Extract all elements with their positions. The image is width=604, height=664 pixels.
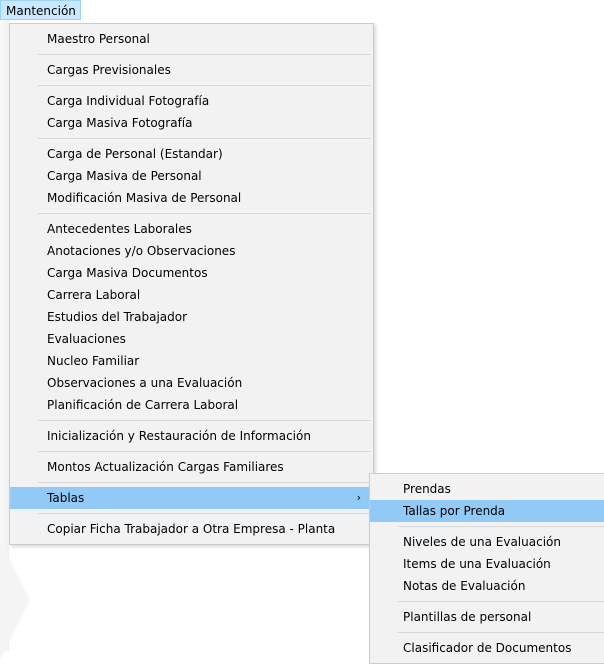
menu-item-label: Observaciones a una Evaluación	[47, 376, 243, 390]
menu-item-label: Clasificador de Documentos	[403, 641, 572, 655]
menu-item-label: Copiar Ficha Trabajador a Otra Empresa -…	[47, 522, 336, 536]
menu-item-label: Cargas Previsionales	[47, 63, 171, 77]
menu-item-carga-individual-fotografia[interactable]: Carga Individual Fotografía	[10, 90, 373, 112]
menu-item-label: Nucleo Familiar	[47, 354, 140, 368]
menu-item-montos-actualizacion-cargas-familiares[interactable]: Montos Actualización Cargas Familiares	[10, 456, 373, 478]
menu-item-label: Estudios del Trabajador	[47, 310, 188, 324]
menu-item-cargas-previsionales[interactable]: Cargas Previsionales	[10, 59, 373, 81]
menu-item-label: Maestro Personal	[47, 32, 150, 46]
menu-item-tallas-por-prenda[interactable]: Tallas por Prenda	[370, 500, 604, 522]
menu-item-label: Carga de Personal (Estandar)	[47, 147, 223, 161]
menu-item-evaluaciones[interactable]: Evaluaciones	[10, 328, 373, 350]
menu-item-estudios-del-trabajador[interactable]: Estudios del Trabajador	[10, 306, 373, 328]
menu-item-observaciones-a-una-evaluacion[interactable]: Observaciones a una Evaluación	[10, 372, 373, 394]
menu-item-clasificador-de-documentos[interactable]: Clasificador de Documentos	[370, 637, 604, 659]
menu-item-label: Antecedentes Laborales	[47, 222, 192, 236]
menu-item-planificacion-de-carrera-laboral[interactable]: Planificación de Carrera Laboral	[10, 394, 373, 416]
menu-item-carga-masiva-documentos[interactable]: Carga Masiva Documentos	[10, 262, 373, 284]
menu-item-label: Items de una Evaluación	[403, 557, 551, 571]
menu-item-carga-masiva-de-personal[interactable]: Carga Masiva de Personal	[10, 165, 373, 187]
menu-separator	[38, 451, 371, 452]
menu-item-label: Niveles de una Evaluación	[403, 535, 561, 549]
menu-item-label: Carrera Laboral	[47, 288, 141, 302]
menu-item-tablas[interactable]: Tablas ›	[10, 487, 373, 509]
menu-item-inicializacion-y-restauracion-de-informacion[interactable]: Inicialización y Restauración de Informa…	[10, 425, 373, 447]
menu-item-plantillas-de-personal[interactable]: Plantillas de personal	[370, 606, 604, 628]
menu-bar: Mantención	[0, 0, 604, 20]
menu-separator	[398, 601, 604, 602]
menu-item-items-de-una-evaluacion[interactable]: Items de una Evaluación	[370, 553, 604, 575]
menu-separator	[38, 420, 371, 421]
menu-item-label: Carga Masiva de Personal	[47, 169, 202, 183]
menu-item-notas-de-evaluacion[interactable]: Notas de Evaluación	[370, 575, 604, 597]
menu-separator	[38, 213, 371, 214]
menu-separator	[38, 138, 371, 139]
menu-item-maestro-personal[interactable]: Maestro Personal	[10, 28, 373, 50]
menu-separator	[38, 54, 371, 55]
menu-padding	[370, 659, 604, 663]
menu-item-label: Anotaciones y/o Observaciones	[47, 244, 236, 258]
background-decoration	[0, 540, 30, 660]
menu-item-niveles-de-una-evaluacion[interactable]: Niveles de una Evaluación	[370, 531, 604, 553]
menu-separator	[398, 526, 604, 527]
menu-separator	[38, 513, 371, 514]
menu-item-label: Prendas	[403, 482, 451, 496]
menubar-item-mantencion[interactable]: Mantención	[0, 0, 81, 20]
menu-item-carga-masiva-fotografia[interactable]: Carga Masiva Fotografía	[10, 112, 373, 134]
menu-item-anotaciones-y-o-observaciones[interactable]: Anotaciones y/o Observaciones	[10, 240, 373, 262]
menu-item-modificacion-masiva-de-personal[interactable]: Modificación Masiva de Personal	[10, 187, 373, 209]
menu-item-copiar-ficha-trabajador-a-otra-empresa-planta[interactable]: Copiar Ficha Trabajador a Otra Empresa -…	[10, 518, 373, 540]
menu-item-nucleo-familiar[interactable]: Nucleo Familiar	[10, 350, 373, 372]
tablas-submenu: Prendas Tallas por Prenda Niveles de una E…	[369, 473, 604, 664]
menu-item-label: Notas de Evaluación	[403, 579, 526, 593]
menu-separator	[38, 85, 371, 86]
menu-item-prendas[interactable]: Prendas	[370, 478, 604, 500]
menu-item-antecedentes-laborales[interactable]: Antecedentes Laborales	[10, 218, 373, 240]
menu-item-label: Evaluaciones	[47, 332, 126, 346]
menu-item-label: Carga Masiva Fotografía	[47, 116, 193, 130]
menu-item-label: Modificación Masiva de Personal	[47, 191, 242, 205]
menu-separator	[398, 632, 604, 633]
menu-item-carga-de-personal-estandar[interactable]: Carga de Personal (Estandar)	[10, 143, 373, 165]
menu-padding	[10, 540, 373, 544]
menu-item-label: Carga Masiva Documentos	[47, 266, 208, 280]
menu-item-label: Tablas	[47, 491, 85, 505]
menu-item-label: Plantillas de personal	[403, 610, 532, 624]
menu-item-label: Carga Individual Fotografía	[47, 94, 210, 108]
menu-item-label: Planificación de Carrera Laboral	[47, 398, 239, 412]
menu-item-carrera-laboral[interactable]: Carrera Laboral	[10, 284, 373, 306]
chevron-right-icon: ›	[356, 491, 361, 504]
mantencion-dropdown-menu: Maestro Personal Cargas Previsionales Carg…	[9, 23, 374, 545]
menu-item-label: Montos Actualización Cargas Familiares	[47, 460, 284, 474]
menu-item-label: Inicialización y Restauración de Informa…	[47, 429, 311, 443]
menu-item-label: Tallas por Prenda	[403, 504, 506, 518]
menu-separator	[38, 482, 371, 483]
